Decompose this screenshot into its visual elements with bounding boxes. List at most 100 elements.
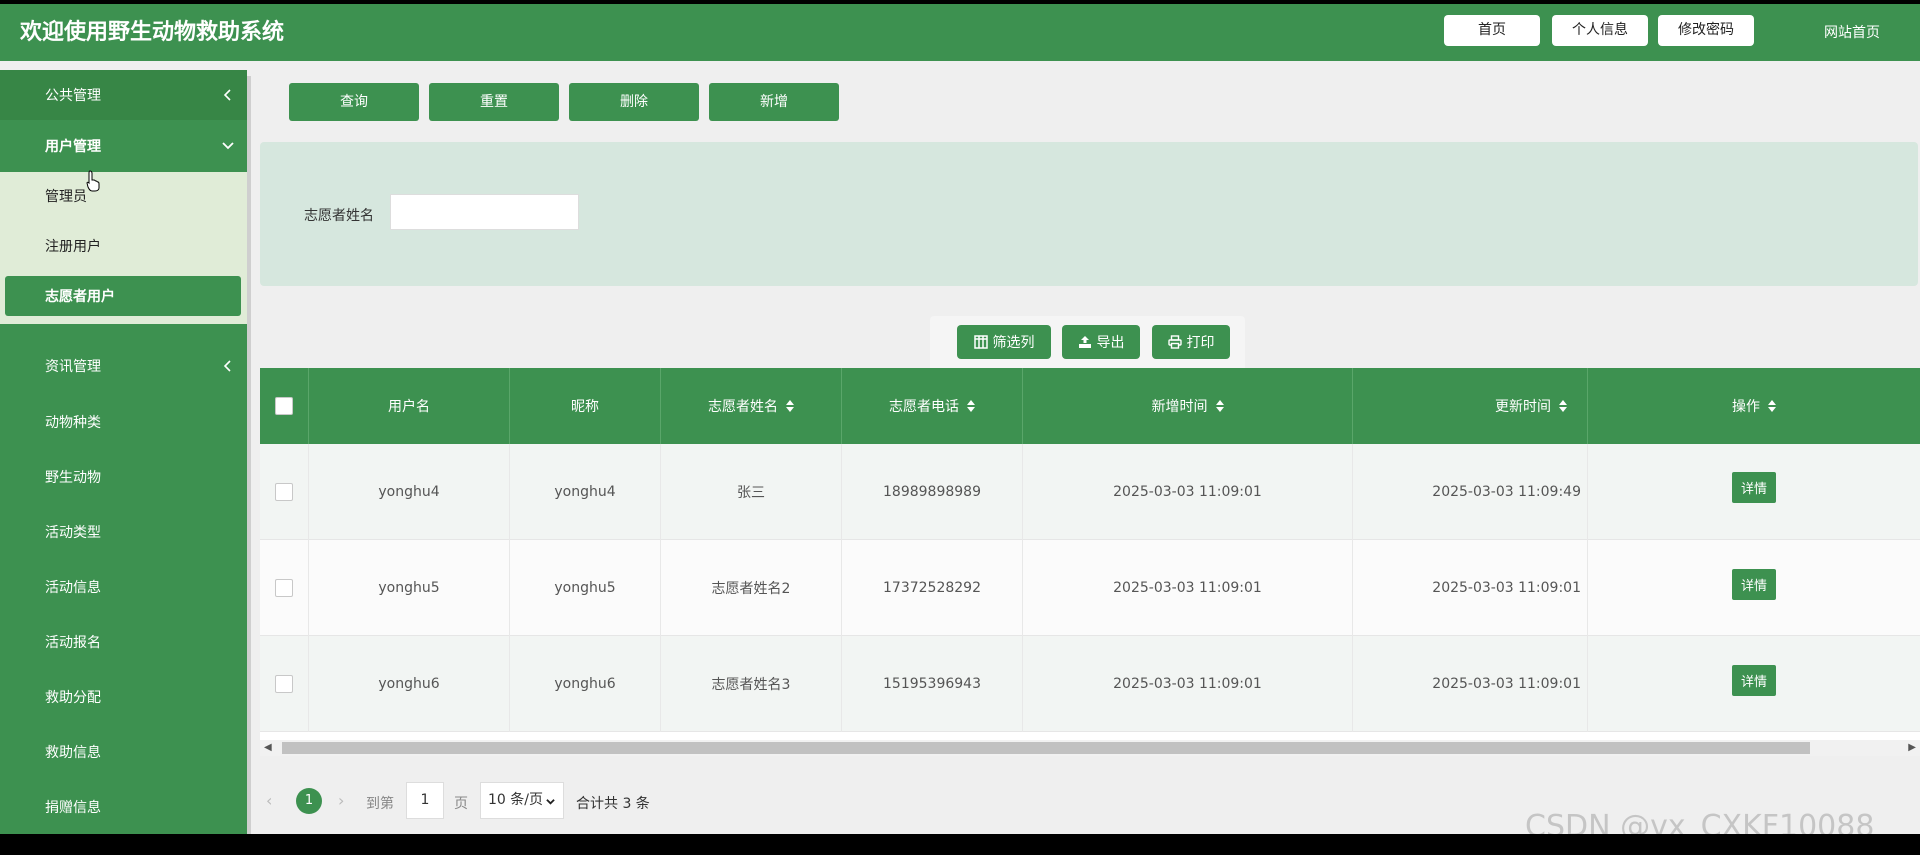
- volunteer-name-label: 志愿者姓名: [304, 208, 374, 224]
- users-submenu: 管理员 注册用户 志愿者用户: [0, 172, 247, 324]
- watermark: CSDN @vx_CXKF10088: [1525, 809, 1875, 834]
- sidebar-item-rescue-assignment[interactable]: 救助分配: [0, 669, 247, 724]
- updated-time-cell: 2025-03-03 11:09:01: [1353, 540, 1588, 636]
- actions-cell: 详情: [1588, 540, 1920, 636]
- sidebar-item-label: 志愿者用户: [45, 289, 115, 305]
- table-row: yonghu4 yonghu4 张三 18989898989 2025-03-0…: [260, 444, 1920, 540]
- table-horizontal-scrollbar[interactable]: ◀ ▶: [260, 740, 1920, 756]
- detail-button[interactable]: 详情: [1732, 472, 1776, 503]
- column-header-label: 志愿者电话: [889, 399, 959, 415]
- sidebar-item-rescue-info[interactable]: 救助信息: [0, 724, 247, 779]
- app-window: 欢迎使用野生动物救助系统 首页 个人信息 修改密码 网站首页 公共管理 用户管理…: [0, 4, 1920, 834]
- sidebar-group-label: 资讯管理: [45, 359, 101, 375]
- sidebar-item-label: 救助分配: [45, 689, 101, 706]
- home-button[interactable]: 首页: [1444, 15, 1540, 46]
- query-button[interactable]: 查询: [289, 83, 419, 121]
- filter-columns-button[interactable]: 筛选列: [957, 325, 1051, 359]
- column-header-updated[interactable]: 更新时间: [1353, 368, 1588, 444]
- sidebar-item-volunteer-users[interactable]: 志愿者用户: [5, 276, 241, 316]
- column-header-volunteer-name[interactable]: 志愿者姓名: [661, 368, 842, 444]
- export-button[interactable]: 导出: [1062, 325, 1140, 359]
- sidebar-item-animal-species[interactable]: 动物种类: [0, 394, 247, 449]
- sidebar: 公共管理 用户管理 管理员 注册用户 志愿者用户 资讯管理 动物种类 野生动物 …: [0, 70, 247, 834]
- export-icon: [1078, 336, 1091, 348]
- sidebar-group-label: 公共管理: [45, 88, 101, 104]
- page-number-current[interactable]: 1: [296, 788, 322, 814]
- sidebar-item-activity-signup[interactable]: 活动报名: [0, 614, 247, 669]
- sidebar-item-activity-info[interactable]: 活动信息: [0, 559, 247, 614]
- goto-page-input[interactable]: 1: [406, 782, 444, 819]
- change-password-button[interactable]: 修改密码: [1658, 15, 1754, 46]
- column-header-username[interactable]: 用户名: [309, 368, 510, 444]
- prev-page-icon[interactable]: ‹: [266, 791, 272, 810]
- sidebar-item-activity-types[interactable]: 活动类型: [0, 504, 247, 559]
- sidebar-item-wild-animals[interactable]: 野生动物: [0, 449, 247, 504]
- sidebar-item-registered-users[interactable]: 注册用户: [0, 225, 247, 267]
- sort-icon[interactable]: [967, 400, 975, 412]
- sidebar-item-donation-info[interactable]: 捐赠信息: [0, 779, 247, 834]
- row-checkbox[interactable]: [275, 483, 293, 501]
- column-header-volunteer-phone[interactable]: 志愿者电话: [842, 368, 1023, 444]
- table-row: yonghu6 yonghu6 志愿者姓名3 15195396943 2025-…: [260, 636, 1920, 732]
- printer-icon: [1167, 335, 1182, 349]
- volunteer-table: 用户名 昵称 志愿者姓名 志愿者电话 新增时间 更新时间 操作 yonghu4 …: [260, 368, 1920, 756]
- column-header-label: 昵称: [571, 399, 599, 415]
- detail-button[interactable]: 详情: [1732, 569, 1776, 600]
- nickname-cell: yonghu6: [510, 636, 661, 732]
- next-page-icon[interactable]: ›: [338, 791, 344, 810]
- select-all-checkbox[interactable]: [275, 397, 293, 415]
- website-home-link[interactable]: 网站首页: [1824, 22, 1880, 42]
- search-panel: 志愿者姓名: [260, 142, 1918, 286]
- created-time-cell: 2025-03-03 11:09:01: [1023, 636, 1353, 732]
- scroll-right-icon[interactable]: ▶: [1908, 742, 1916, 753]
- add-button[interactable]: 新增: [709, 83, 839, 121]
- scroll-left-icon[interactable]: ◀: [264, 742, 272, 753]
- print-button[interactable]: 打印: [1152, 325, 1230, 359]
- goto-label: 到第: [366, 796, 394, 812]
- top-header: 欢迎使用野生动物救助系统 首页 个人信息 修改密码 网站首页: [0, 4, 1920, 61]
- reset-button[interactable]: 重置: [429, 83, 559, 121]
- sort-icon[interactable]: [786, 400, 794, 412]
- sidebar-group-news[interactable]: 资讯管理: [0, 338, 247, 394]
- volunteer-name-cell: 志愿者姓名3: [661, 636, 842, 732]
- row-select-cell: [260, 444, 309, 540]
- column-header-created[interactable]: 新增时间: [1023, 368, 1353, 444]
- page-suffix-label: 页: [454, 796, 468, 812]
- actions-cell: 详情: [1588, 444, 1920, 540]
- row-checkbox[interactable]: [275, 579, 293, 597]
- volunteer-phone-cell: 18989898989: [842, 444, 1023, 540]
- sidebar-group-public[interactable]: 公共管理: [0, 70, 247, 120]
- row-checkbox[interactable]: [275, 675, 293, 693]
- sidebar-scrollbar[interactable]: [247, 76, 251, 834]
- username-cell: yonghu6: [309, 636, 510, 732]
- updated-time-cell: 2025-03-03 11:09:01: [1353, 636, 1588, 732]
- sidebar-group-users[interactable]: 用户管理: [0, 120, 247, 172]
- column-header-nickname[interactable]: 昵称: [510, 368, 661, 444]
- profile-button[interactable]: 个人信息: [1552, 15, 1648, 46]
- page-size-select[interactable]: 10 条/页: [480, 782, 564, 819]
- scrollbar-thumb[interactable]: [282, 742, 1810, 754]
- delete-button[interactable]: 删除: [569, 83, 699, 121]
- column-header-label: 新增时间: [1151, 399, 1208, 415]
- row-select-cell: [260, 540, 309, 636]
- export-label: 导出: [1096, 335, 1125, 351]
- table-row: yonghu5 yonghu5 志愿者姓名2 17372528292 2025-…: [260, 540, 1920, 636]
- volunteer-name-input[interactable]: [390, 194, 579, 230]
- sidebar-group-label: 用户管理: [45, 139, 101, 155]
- column-header-actions[interactable]: 操作: [1588, 368, 1920, 444]
- column-header-label: 更新时间: [1495, 399, 1551, 415]
- filter-columns-label: 筛选列: [992, 335, 1035, 351]
- created-time-cell: 2025-03-03 11:09:01: [1023, 444, 1353, 540]
- chevron-left-icon: [223, 89, 231, 101]
- header-select-all-cell: [260, 368, 309, 444]
- volunteer-name-cell: 张三: [661, 444, 842, 540]
- volunteer-phone-cell: 17372528292: [842, 540, 1023, 636]
- username-cell: yonghu5: [309, 540, 510, 636]
- columns-icon: [973, 335, 988, 349]
- volunteer-phone-cell: 15195396943: [842, 636, 1023, 732]
- sidebar-item-admin[interactable]: 管理员: [0, 175, 247, 217]
- sort-icon[interactable]: [1215, 400, 1224, 412]
- detail-button[interactable]: 详情: [1732, 665, 1776, 696]
- sort-icon[interactable]: [1559, 400, 1567, 412]
- sort-icon[interactable]: [1768, 400, 1776, 412]
